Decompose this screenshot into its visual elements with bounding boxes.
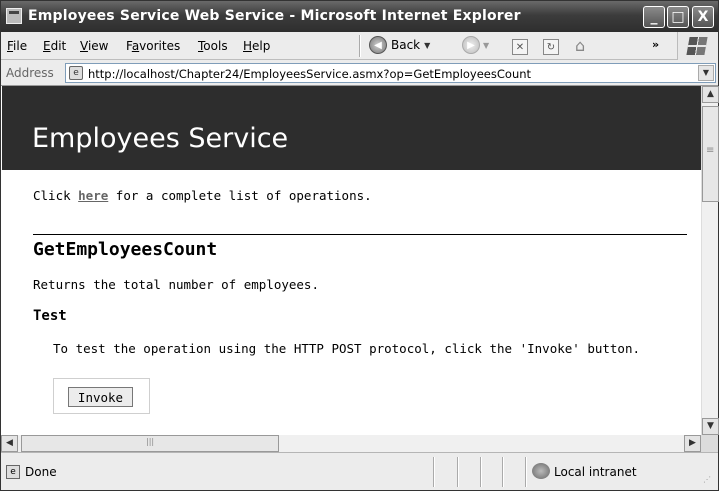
toolbar-overflow-chevron-icon[interactable]: » <box>652 38 659 51</box>
address-url[interactable]: http://localhost/Chapter24/EmployeesServ… <box>88 67 531 81</box>
status-bar: e Done Local intranet ⋰ <box>1 452 718 490</box>
back-button[interactable]: ◀ Back ▼ <box>369 36 430 54</box>
back-dropdown-icon[interactable]: ▼ <box>424 41 430 50</box>
operation-description: Returns the total number of employees. <box>33 277 319 292</box>
close-button[interactable]: X <box>692 6 714 28</box>
vertical-scrollbar[interactable]: ▲ ▼ <box>701 86 719 435</box>
maximize-button[interactable]: □ <box>667 6 689 28</box>
minimize-button[interactable]: _ <box>643 6 665 28</box>
menu-file[interactable]: File <box>7 39 27 53</box>
back-label: Back <box>391 38 421 52</box>
operations-intro: Click here for a complete list of operat… <box>33 188 372 203</box>
invoke-form: Invoke <box>53 378 150 414</box>
status-separator <box>480 457 482 487</box>
intro-prefix: Click <box>33 188 79 203</box>
menu-edit-accel: E <box>43 39 51 53</box>
service-title: Employees Service <box>32 123 289 154</box>
status-page-icon: e <box>6 465 20 479</box>
page-viewport: Employees Service Click here for a compl… <box>1 86 701 435</box>
vertical-scroll-thumb[interactable] <box>702 106 719 202</box>
menu-help-accel: H <box>243 39 253 53</box>
horizontal-scroll-thumb[interactable] <box>21 435 279 452</box>
scroll-down-icon[interactable]: ▼ <box>702 418 719 435</box>
intranet-zone-icon <box>532 463 550 479</box>
status-text: Done <box>25 465 57 479</box>
window-title: Employees Service Web Service - Microsof… <box>28 8 521 24</box>
menu-favorites[interactable]: Favorites <box>126 39 180 53</box>
address-bar: Address e http://localhost/Chapter24/Emp… <box>1 60 718 86</box>
browser-window: Employees Service Web Service - Microsof… <box>0 0 719 491</box>
status-separator <box>502 457 504 487</box>
menu-favorites-label: vorites <box>139 39 181 53</box>
address-input[interactable]: e http://localhost/Chapter24/EmployeesSe… <box>65 63 716 83</box>
menu-view-accel: V <box>80 39 88 53</box>
test-description: To test the operation using the HTTP POS… <box>53 341 640 356</box>
title-bar[interactable]: Employees Service Web Service - Microsof… <box>1 1 718 32</box>
security-zone: Local intranet <box>554 465 637 479</box>
intro-suffix: for a complete list of operations. <box>108 188 372 203</box>
section-divider <box>33 234 687 235</box>
scroll-left-icon[interactable]: ◀ <box>1 435 18 452</box>
forward-button[interactable]: ▶ ▼ <box>462 36 489 54</box>
menu-help[interactable]: Help <box>243 39 270 53</box>
resize-grip-icon[interactable]: ⋰ <box>703 475 711 484</box>
address-label: Address <box>6 66 54 80</box>
menu-bar: File Edit View Favorites Tools Help ◀ Ba… <box>1 32 718 60</box>
menu-edit-label: dit <box>50 39 67 53</box>
toolbar-separator <box>359 35 361 57</box>
refresh-icon[interactable]: ↻ <box>543 39 559 55</box>
ie-window-icon[interactable] <box>6 8 22 24</box>
menu-tools[interactable]: Tools <box>198 39 228 53</box>
scrollbar-corner <box>701 435 718 452</box>
home-icon[interactable]: ⌂ <box>575 37 593 55</box>
menu-view-label: iew <box>87 39 109 53</box>
windows-flag-icon <box>686 37 708 55</box>
status-separator <box>433 457 435 487</box>
test-heading: Test <box>33 308 67 324</box>
operations-list-link[interactable]: here <box>78 188 108 203</box>
horizontal-scrollbar[interactable]: ◀ ▶ <box>1 435 701 452</box>
forward-arrow-icon: ▶ <box>462 36 480 54</box>
invoke-button[interactable]: Invoke <box>68 387 133 407</box>
status-separator <box>525 457 527 487</box>
menu-view[interactable]: View <box>80 39 108 53</box>
status-separator <box>457 457 459 487</box>
page-icon: e <box>69 66 83 80</box>
menu-file-label: ile <box>13 39 28 53</box>
banner-top <box>2 86 701 114</box>
menu-help-label: elp <box>252 39 271 53</box>
operation-title: GetEmployeesCount <box>33 239 218 260</box>
scroll-up-icon[interactable]: ▲ <box>702 86 719 103</box>
back-arrow-icon: ◀ <box>369 36 387 54</box>
scroll-right-icon[interactable]: ▶ <box>684 435 701 452</box>
stop-icon[interactable]: ✕ <box>512 39 528 55</box>
windows-logo <box>677 32 718 60</box>
menu-tools-label: ools <box>203 39 228 53</box>
forward-dropdown-icon[interactable]: ▼ <box>483 41 489 50</box>
address-dropdown-icon[interactable]: ▼ <box>698 65 714 81</box>
menu-edit[interactable]: Edit <box>43 39 66 53</box>
